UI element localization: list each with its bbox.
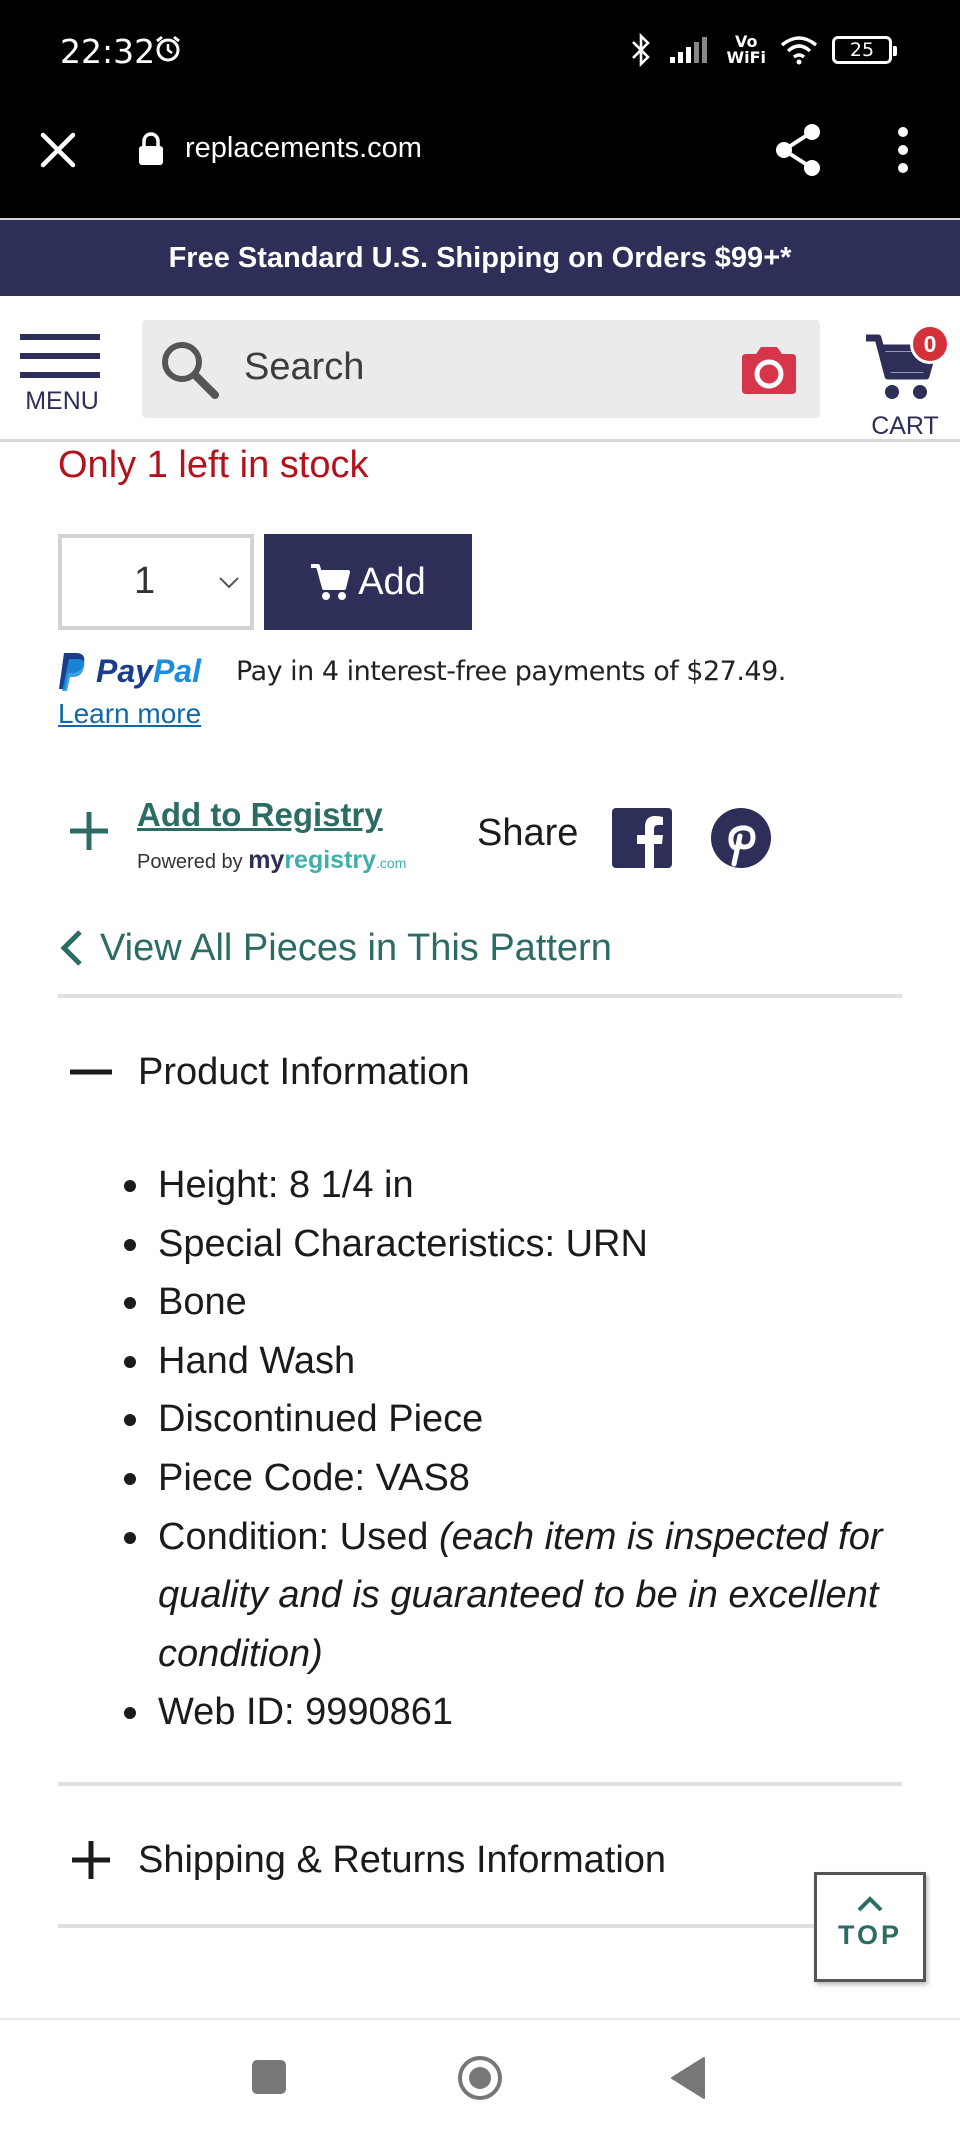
back-button[interactable] [668,2056,708,2100]
paypal-word-pay: Pay [96,652,153,689]
view-all-label: View All Pieces in This Pattern [100,926,612,969]
signal-icon [670,37,708,63]
menu-button[interactable]: MENU [20,334,104,424]
home-button[interactable] [456,2054,504,2102]
url-text[interactable]: replacements.com [185,132,422,165]
list-item: Condition: Used (each item is inspected … [112,1508,902,1684]
divider [58,994,902,998]
top-label: TOP [837,1920,902,1950]
promo-banner[interactable]: Free Standard U.S. Shipping on Orders $9… [0,218,960,296]
view-all-pieces-link[interactable]: View All Pieces in This Pattern [58,924,612,972]
browser-toolbar: replacements.com [0,100,960,218]
list-item: Bone [112,1273,902,1332]
chevron-up-icon [857,1896,883,1912]
search-box[interactable] [142,320,820,418]
search-input[interactable] [244,346,664,389]
condition-label: Condition: Used [158,1515,429,1558]
learn-more-link[interactable]: Learn more [58,698,201,730]
add-to-registry-link[interactable]: Add to Registry [137,796,383,834]
cart-button[interactable]: 0 CART [862,314,950,440]
stock-status: Only 1 left in stock [58,444,369,486]
list-item: Hand Wash [112,1332,902,1391]
quantity-value: 1 [134,560,156,602]
minus-icon [70,1069,112,1075]
paypal-logo: PayPal [58,650,201,692]
product-information-toggle[interactable]: Product Information [58,1042,902,1102]
product-information-title: Product Information [138,1050,470,1093]
divider [58,1924,814,1928]
quantity-select[interactable]: 1 [58,534,254,630]
add-button-label: Add [358,560,426,603]
pinterest-icon[interactable] [711,808,771,868]
list-item: Piece Code: VAS8 [112,1449,902,1508]
paypal-message: Pay in 4 interest-free payments of $27.4… [236,656,786,687]
list-item: Height: 8 1/4 in [112,1156,902,1215]
more-options-icon[interactable] [893,126,913,174]
promo-text: Free Standard U.S. Shipping on Orders $9… [168,241,792,274]
lock-icon [139,132,163,165]
site-header: MENU 0 CART [0,296,960,442]
wifi-icon [780,36,818,65]
alarm-icon [156,35,180,62]
myregistry-logo: myregistry.com [248,846,407,874]
plus-icon[interactable] [66,808,112,854]
status-icons: Vo WiFi 25 [628,30,897,70]
plus-icon [72,1841,110,1879]
facebook-icon[interactable] [612,808,672,868]
paypal-word-pal: Pal [152,652,201,689]
divider [58,1782,902,1786]
recents-button[interactable] [252,2060,286,2094]
list-item: Web ID: 9990861 [112,1683,902,1742]
add-to-cart-button[interactable]: Add [264,534,472,630]
share-icon[interactable] [772,122,824,178]
hamburger-icon [20,334,104,378]
chevron-down-icon [219,577,239,589]
status-bar: 22:32 Vo WiFi 25 [0,0,960,100]
powered-by-myregistry: Powered by myregistry.com [137,846,407,874]
system-navigation-bar [0,2018,960,2133]
paypal-icon [59,653,85,691]
chevron-left-icon [60,930,82,966]
close-icon[interactable] [38,130,78,170]
vowifi-label: Vo WiFi [726,32,766,67]
search-icon[interactable] [158,338,220,400]
shipping-returns-toggle[interactable]: Shipping & Returns Information [58,1830,902,1890]
status-time: 22:32 [60,32,156,71]
share-label: Share [477,812,579,854]
battery-indicator: 25 [832,36,897,64]
list-item: Special Characteristics: URN [112,1215,902,1274]
cart-count-badge: 0 [910,324,950,364]
cart-label: CART [871,412,939,440]
menu-label: MENU [25,387,99,415]
product-information-list: Height: 8 1/4 in Special Characteristics… [112,1156,902,1742]
camera-icon[interactable] [738,344,800,396]
shipping-returns-title: Shipping & Returns Information [138,1838,667,1881]
cart-icon [311,564,351,600]
list-item: Discontinued Piece [112,1390,902,1449]
bluetooth-icon [632,33,651,67]
back-to-top-button[interactable]: TOP [814,1872,926,1982]
